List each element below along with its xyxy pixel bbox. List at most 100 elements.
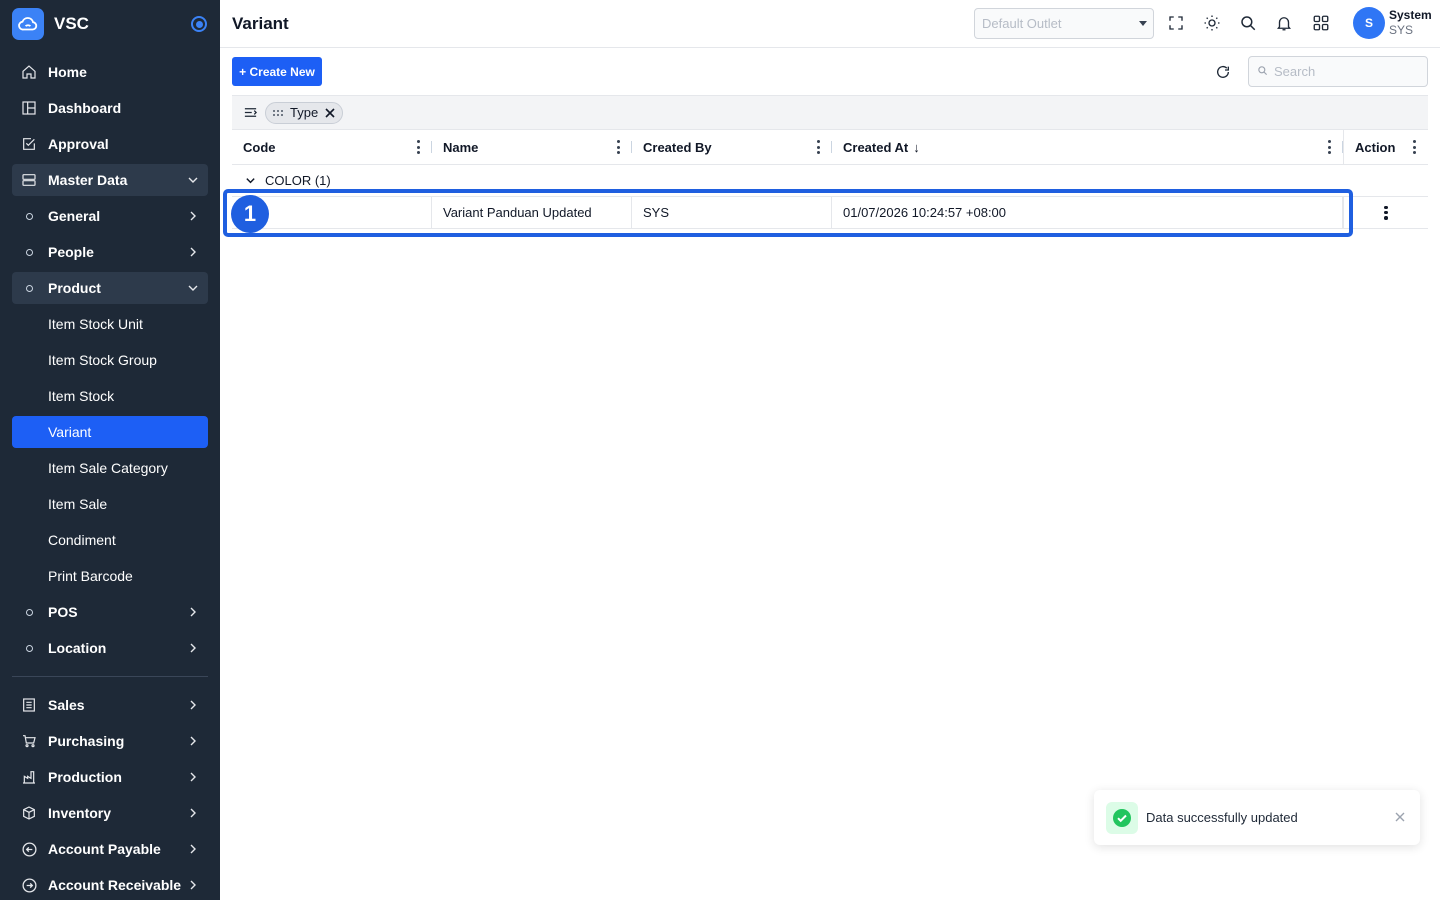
sidebar-item-label: Master Data bbox=[48, 172, 128, 188]
search-icon bbox=[1257, 64, 1268, 79]
close-icon[interactable] bbox=[324, 107, 336, 119]
chevron-right-icon bbox=[186, 605, 200, 619]
sidebar-item-account-receivable[interactable]: Account Receivable bbox=[12, 869, 208, 900]
chevron-right-icon bbox=[186, 878, 200, 892]
success-check-icon bbox=[1106, 801, 1138, 834]
table-search-field[interactable] bbox=[1248, 56, 1428, 87]
sidebar-item-inventory[interactable]: Inventory bbox=[12, 797, 208, 829]
sidebar-item-people[interactable]: People bbox=[12, 236, 208, 268]
sidebar-item-location[interactable]: Location bbox=[12, 632, 208, 664]
cloud-logo-icon bbox=[12, 8, 44, 40]
sidebar-item-pos[interactable]: POS bbox=[12, 596, 208, 628]
row-actions-icon[interactable] bbox=[1384, 205, 1388, 220]
sidebar-item-label: Production bbox=[48, 769, 122, 785]
sidebar-item-print-barcode[interactable]: Print Barcode bbox=[12, 560, 208, 592]
highlight-box bbox=[223, 189, 1353, 237]
column-menu-icon[interactable] bbox=[616, 140, 620, 154]
chevron-right-icon bbox=[186, 770, 200, 784]
create-new-button[interactable]: + Create New bbox=[232, 57, 322, 86]
sidebar-item-label: Sales bbox=[48, 697, 85, 713]
sidebar-item-label: General bbox=[48, 208, 101, 224]
approval-icon bbox=[20, 135, 38, 153]
column-menu-icon[interactable] bbox=[1327, 140, 1331, 154]
column-header-label: Code bbox=[243, 139, 276, 155]
top-header: Variant Default Outlet S System SYS bbox=[220, 0, 1440, 48]
sidebar-item-label: Dashboard bbox=[48, 100, 122, 116]
chevron-right-icon bbox=[186, 806, 200, 820]
column-header-created-at[interactable]: Created At ↓ bbox=[832, 130, 1343, 164]
sidebar-item-item-stock[interactable]: Item Stock bbox=[12, 380, 208, 412]
drag-handle-icon[interactable] bbox=[272, 107, 284, 119]
sidebar-item-label: Condiment bbox=[48, 532, 116, 548]
arrow-right-circle-icon bbox=[20, 876, 38, 894]
column-menu-icon[interactable] bbox=[816, 140, 820, 154]
group-chip-label: Type bbox=[290, 105, 319, 120]
column-header-action[interactable]: Action bbox=[1343, 130, 1428, 164]
sidebar-item-sales[interactable]: Sales bbox=[12, 689, 208, 721]
page-title: Variant bbox=[232, 13, 289, 33]
circle-bullet-icon bbox=[20, 212, 38, 220]
arrow-left-circle-icon bbox=[20, 840, 38, 858]
user-name: System bbox=[1389, 8, 1432, 22]
sidebar-item-item-stock-group[interactable]: Item Stock Group bbox=[12, 344, 208, 376]
sidebar-item-account-payable[interactable]: Account Payable bbox=[12, 833, 208, 865]
sidebar-item-variant[interactable]: Variant bbox=[12, 416, 208, 448]
sidebar-item-production[interactable]: Production bbox=[12, 761, 208, 793]
outlet-select[interactable]: Default Outlet bbox=[974, 8, 1154, 39]
box-icon bbox=[20, 804, 38, 822]
theme-sun-icon[interactable] bbox=[1201, 12, 1223, 34]
sidebar-item-item-sale[interactable]: Item Sale bbox=[12, 488, 208, 520]
user-menu[interactable]: S System SYS bbox=[1353, 7, 1432, 39]
sidebar-item-condiment[interactable]: Condiment bbox=[12, 524, 208, 556]
column-menu-icon[interactable] bbox=[416, 140, 420, 154]
avatar: S bbox=[1353, 7, 1385, 39]
chevron-down-icon[interactable] bbox=[244, 175, 256, 187]
circle-bullet-icon bbox=[20, 644, 38, 652]
sidebar-item-master-data[interactable]: Master Data bbox=[12, 164, 208, 196]
sidebar-item-approval[interactable]: Approval bbox=[12, 128, 208, 160]
bell-icon[interactable] bbox=[1273, 12, 1295, 34]
step-badge: 1 bbox=[231, 195, 269, 233]
sidebar-item-dashboard[interactable]: Dashboard bbox=[12, 92, 208, 124]
sidebar-item-label: Inventory bbox=[48, 805, 112, 821]
sidebar-item-label: Home bbox=[48, 64, 87, 80]
column-header-created-by[interactable]: Created By bbox=[632, 130, 832, 164]
chevron-down-icon bbox=[186, 173, 200, 187]
sidebar-item-label: Product bbox=[48, 280, 101, 296]
close-icon[interactable] bbox=[1394, 811, 1406, 823]
column-header-code[interactable]: Code bbox=[232, 130, 432, 164]
circle-bullet-icon bbox=[20, 248, 38, 256]
search-input[interactable] bbox=[1274, 64, 1414, 79]
sidebar-item-item-sale-category[interactable]: Item Sale Category bbox=[12, 452, 208, 484]
column-header-label: Created By bbox=[643, 139, 712, 155]
cart-icon bbox=[20, 732, 38, 750]
column-header-name[interactable]: Name bbox=[432, 130, 632, 164]
sidebar-item-purchasing[interactable]: Purchasing bbox=[12, 725, 208, 757]
column-menu-icon[interactable] bbox=[1412, 140, 1416, 154]
sidebar-item-label: Account Receivable bbox=[48, 877, 182, 893]
row-group-panel: Type bbox=[232, 95, 1428, 130]
search-icon[interactable] bbox=[1237, 12, 1259, 34]
fullscreen-icon[interactable] bbox=[1165, 12, 1187, 34]
sidebar-item-label: Item Stock Group bbox=[48, 352, 157, 368]
group-row-label: COLOR (1) bbox=[265, 173, 331, 188]
sidebar-item-label: Location bbox=[48, 640, 107, 656]
sidebar-item-general[interactable]: General bbox=[12, 200, 208, 232]
sidebar-item-label: People bbox=[48, 244, 94, 260]
apps-grid-icon[interactable] bbox=[1310, 12, 1332, 34]
sidebar-item-label: Print Barcode bbox=[48, 568, 133, 584]
column-header-label: Name bbox=[443, 139, 479, 155]
dashboard-icon bbox=[20, 99, 38, 117]
sidebar-item-product[interactable]: Product bbox=[12, 272, 208, 304]
sidebar-item-item-stock-unit[interactable]: Item Stock Unit bbox=[12, 308, 208, 340]
chevron-down-icon bbox=[186, 281, 200, 295]
refresh-icon[interactable] bbox=[1212, 61, 1234, 83]
sidebar-item-label: Variant bbox=[48, 424, 92, 440]
sidebar-divider bbox=[12, 676, 208, 677]
group-chip-type[interactable]: Type bbox=[265, 101, 344, 124]
user-code: SYS bbox=[1389, 23, 1414, 37]
sidebar-pin-icon[interactable] bbox=[191, 16, 207, 32]
user-info: System SYS bbox=[1389, 8, 1432, 38]
sidebar-item-home[interactable]: Home bbox=[12, 56, 208, 88]
brand: VSC bbox=[0, 0, 220, 48]
